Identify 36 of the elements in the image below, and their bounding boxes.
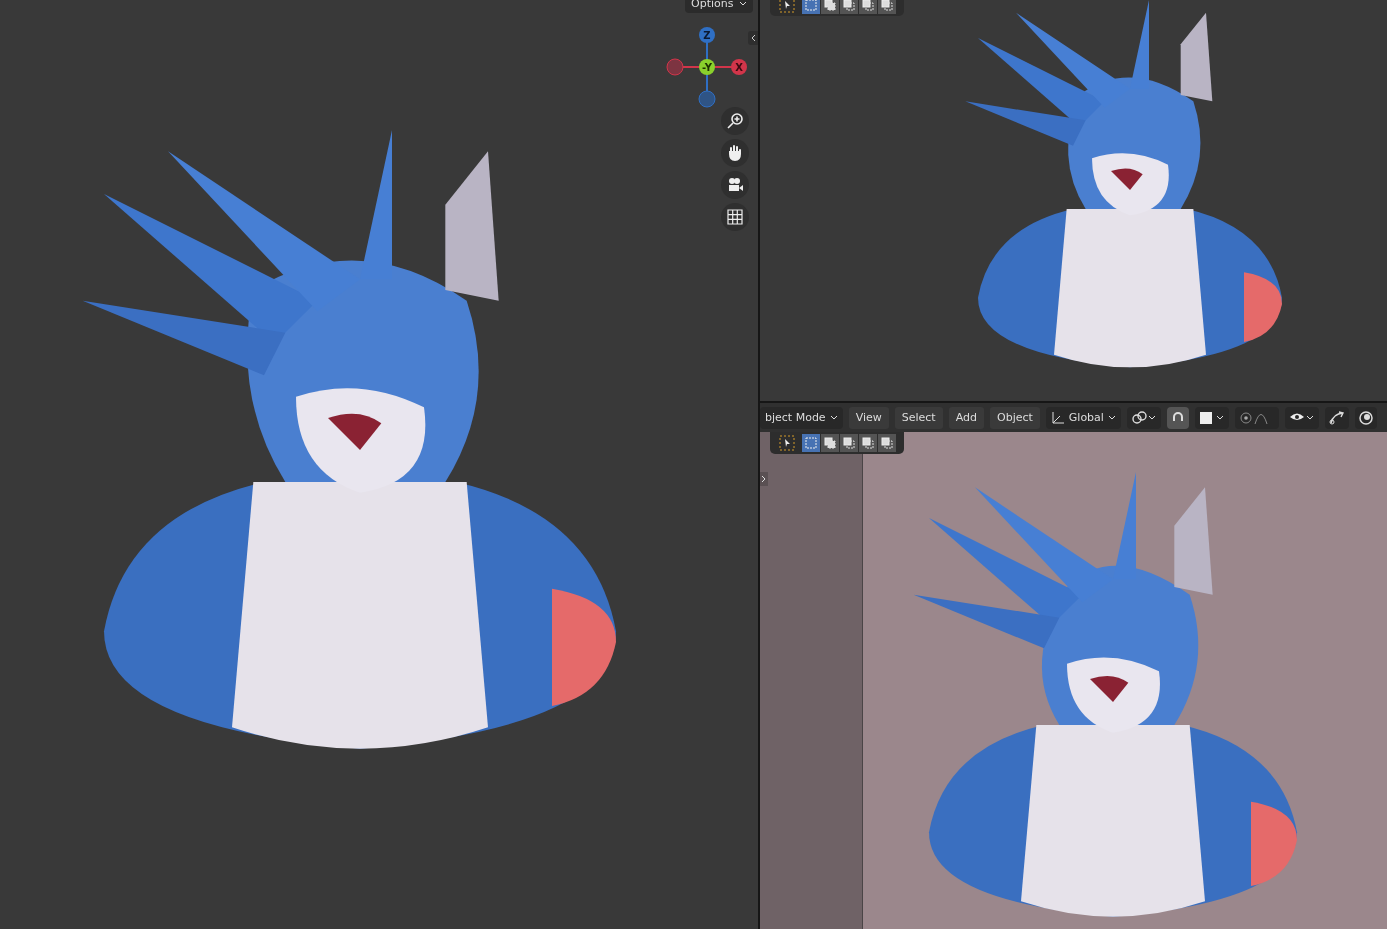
camera-icon[interactable]: [721, 171, 749, 199]
select-mode-button[interactable]: [859, 434, 877, 452]
snap-magnet-icon[interactable]: [1166, 406, 1189, 429]
orientation-dropdown[interactable]: Global: [1045, 406, 1121, 429]
square-icon: [1198, 410, 1225, 425]
mode-dropdown[interactable]: bject Mode: [760, 406, 843, 429]
select-mode-button[interactable]: [840, 0, 858, 14]
pivot-dropdown[interactable]: [1126, 406, 1161, 429]
zoom-button[interactable]: [721, 107, 749, 135]
axes-icon: [1050, 410, 1065, 425]
select-mode-button[interactable]: [840, 434, 858, 452]
caret-icon: [829, 414, 838, 421]
hand-icon[interactable]: [721, 139, 749, 167]
axis-gizmo[interactable]: Z -Y X: [664, 24, 750, 110]
select-tool-button[interactable]: [778, 0, 796, 14]
menu-item[interactable]: Select: [894, 406, 943, 429]
select-mode-button[interactable]: [878, 434, 896, 452]
select-mode-button[interactable]: [859, 0, 877, 14]
snap-target-dropdown[interactable]: [1194, 406, 1229, 429]
proportional-editing-button[interactable]: [1234, 406, 1279, 429]
select-tool-button[interactable]: [778, 434, 796, 452]
zoom-icon: [726, 112, 744, 130]
caret-icon: [739, 0, 748, 7]
menu-item[interactable]: Object: [990, 406, 1040, 429]
overlays-icon[interactable]: [1354, 406, 1377, 429]
select-mode-button[interactable]: [878, 0, 896, 14]
caret-icon: [1107, 414, 1116, 421]
grid-icon[interactable]: [721, 203, 749, 231]
select-mode-button[interactable]: [821, 0, 839, 14]
expand-arrow-icon[interactable]: [760, 472, 768, 486]
menu-item[interactable]: Add: [948, 406, 984, 429]
visibility-dropdown[interactable]: [1284, 406, 1319, 429]
link-icon: [1130, 410, 1157, 425]
select-mode-button[interactable]: [821, 434, 839, 452]
menu-item[interactable]: View: [848, 406, 889, 429]
gizmo-toggle-icon[interactable]: [1324, 406, 1349, 429]
